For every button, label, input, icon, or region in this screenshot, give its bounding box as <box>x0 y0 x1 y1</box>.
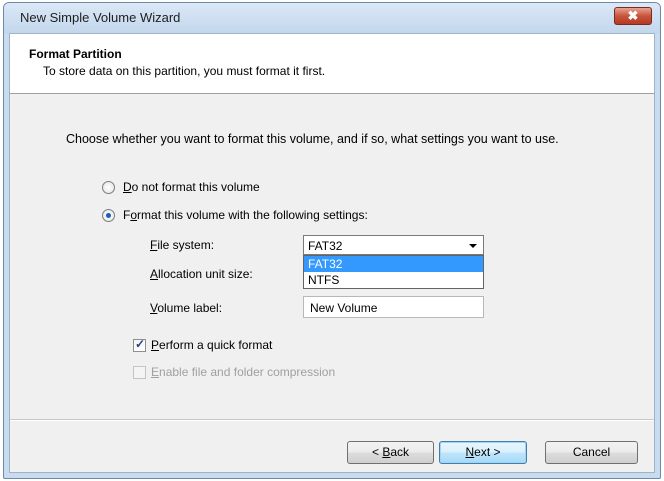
quick-format-checkbox[interactable] <box>133 337 146 352</box>
volume-label-input[interactable]: New Volume <box>303 296 484 318</box>
volume-label-value: New Volume <box>310 301 378 315</box>
cancel-button[interactable]: Cancel <box>545 441 638 464</box>
format-label[interactable]: Format this volume with the following se… <box>123 208 368 222</box>
label-text: ile system: <box>157 238 215 252</box>
label-text: rmat this volume with the following sett… <box>137 208 368 222</box>
mnemonic: N <box>465 445 475 459</box>
mnemonic: E <box>151 365 160 379</box>
footer-separator <box>10 419 654 421</box>
format-radio[interactable] <box>102 209 115 222</box>
compression-label[interactable]: Enable file and folder compression <box>151 365 335 379</box>
allocation-unit-label: Allocation unit size: <box>150 267 253 281</box>
label-text: o not format this volume <box>131 180 260 194</box>
file-system-label: File system: <box>150 238 214 252</box>
label-text: llocation unit size: <box>158 267 253 281</box>
close-icon: ✖ <box>627 8 639 23</box>
label-text: nable file and folder compression <box>159 365 336 379</box>
dropdown-option-ntfs[interactable]: NTFS <box>304 272 483 288</box>
page-subtitle: To store data on this partition, you mus… <box>43 64 326 78</box>
no-format-label[interactable]: Do not format this volume <box>123 180 260 194</box>
file-system-dropdown-list: FAT32 NTFS <box>303 255 484 289</box>
no-format-radio[interactable] <box>102 181 115 194</box>
file-system-select[interactable]: FAT32 <box>303 235 484 255</box>
window-title: New Simple Volume Wizard <box>20 10 181 25</box>
label-text: erform a quick format <box>159 338 273 352</box>
quick-format-label[interactable]: Perform a quick format <box>151 338 272 352</box>
back-button[interactable]: < Back <box>347 441 434 464</box>
wizard-window: New Simple Volume Wizard ✖ Format Partit… <box>3 2 661 479</box>
mnemonic: A <box>150 267 159 281</box>
label-text: ext > <box>474 445 501 459</box>
volume-label-label: Volume label: <box>150 301 222 315</box>
close-button[interactable]: ✖ <box>614 7 652 25</box>
next-button[interactable]: Next > <box>439 441 527 464</box>
title-bar[interactable]: New Simple Volume Wizard ✖ <box>4 3 660 33</box>
label-text: ack <box>390 445 410 459</box>
dropdown-option-fat32[interactable]: FAT32 <box>304 256 483 272</box>
wizard-header: Format Partition To store data on this p… <box>10 34 654 94</box>
compression-checkbox[interactable] <box>133 366 146 379</box>
page-title: Format Partition <box>29 47 122 61</box>
instruction-text: Choose whether you want to format this v… <box>66 132 559 146</box>
wizard-client-area: Format Partition To store data on this p… <box>9 33 655 473</box>
chevron-down-icon[interactable] <box>469 244 477 248</box>
label-text: olume label: <box>157 301 223 315</box>
mnemonic: P <box>151 338 160 352</box>
mnemonic: D <box>123 180 132 194</box>
file-system-value: FAT32 <box>308 239 343 253</box>
label-text: < <box>371 445 383 459</box>
